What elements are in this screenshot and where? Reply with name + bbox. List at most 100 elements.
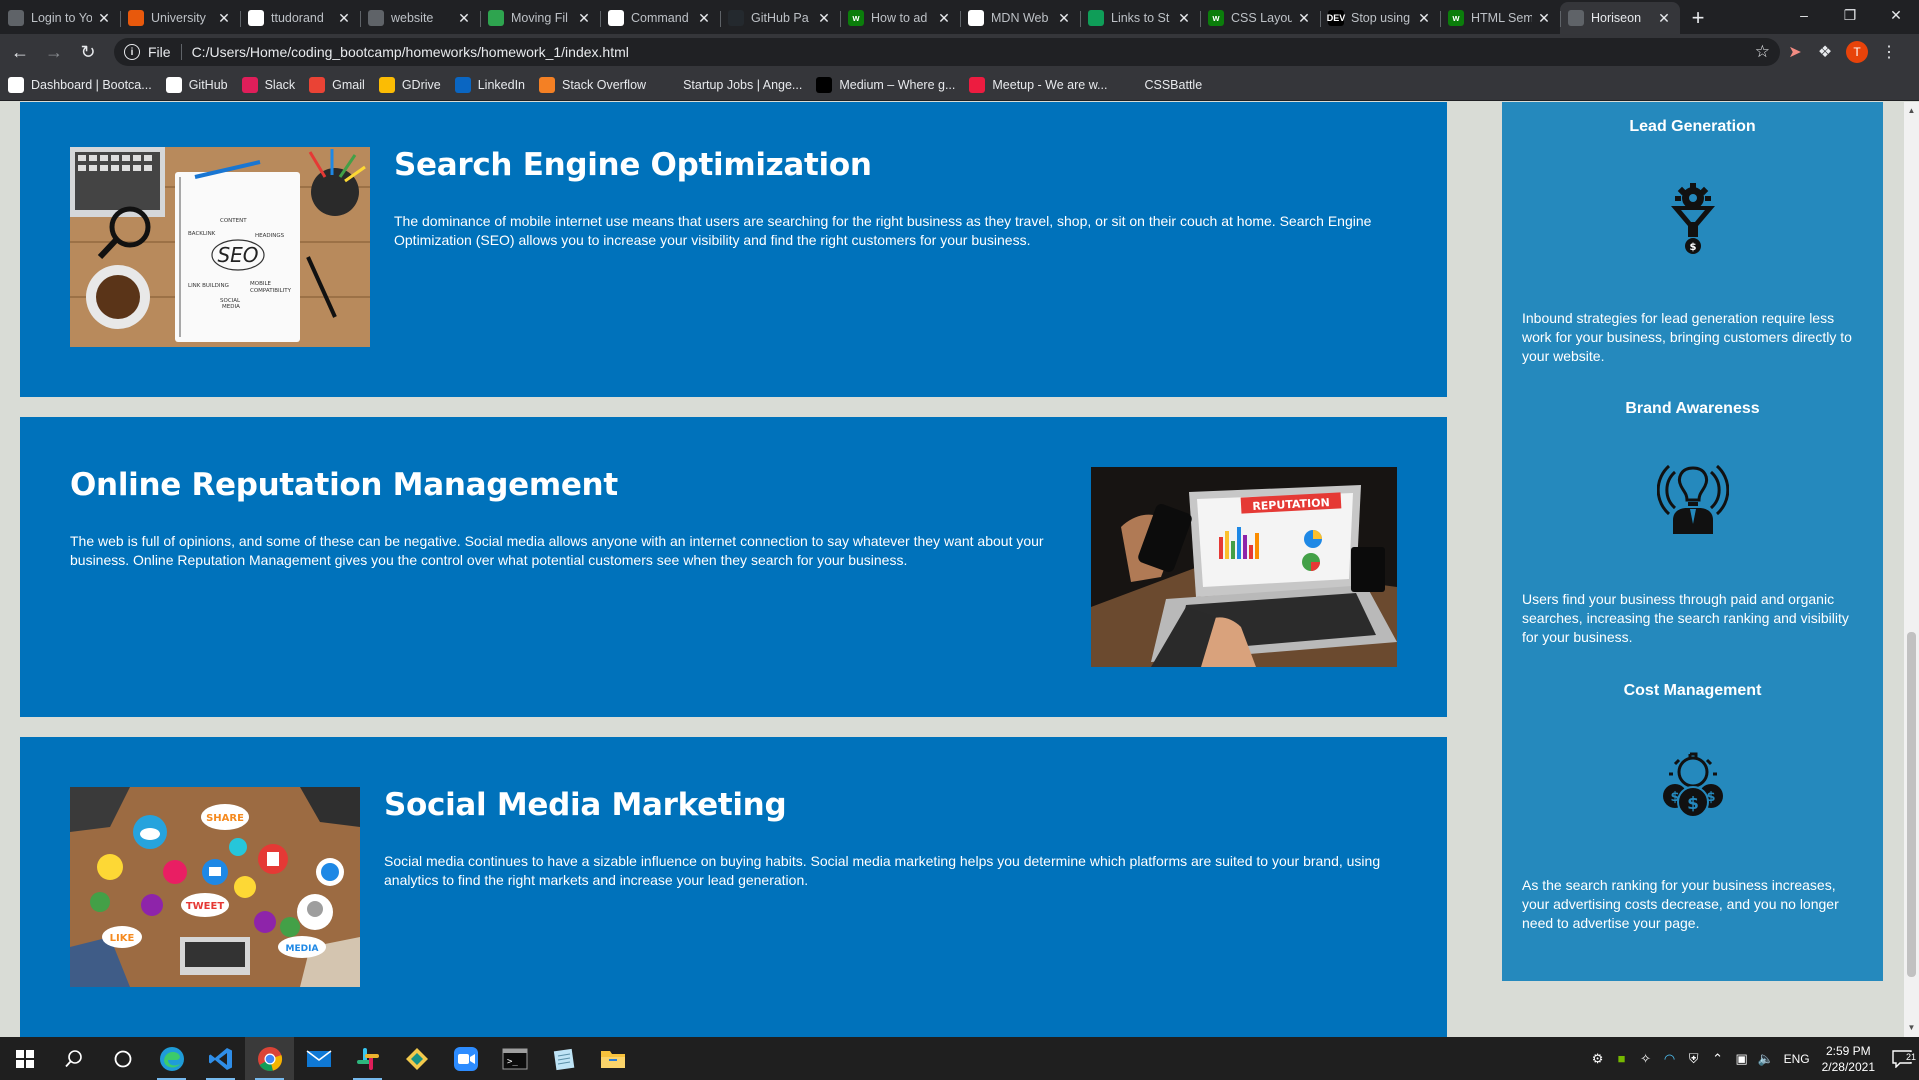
bookmark-item[interactable]: Slack	[241, 77, 295, 93]
chrome-icon[interactable]	[245, 1037, 294, 1080]
bookmark-star-icon[interactable]: ☆	[1755, 42, 1770, 62]
seo-image: SEO CONTENT BACKLINK HEADINGS LINK BUILDIN…	[70, 147, 370, 347]
mail-icon[interactable]	[294, 1037, 343, 1080]
bookmark-item[interactable]: Meetup - We are w...	[969, 77, 1107, 93]
browser-tab[interactable]: University ✕	[120, 2, 240, 34]
tab-close-icon[interactable]: ✕	[936, 10, 952, 27]
bookmark-item[interactable]: GitHub	[165, 77, 228, 93]
bookmark-favicon-icon	[969, 77, 986, 93]
browser-tab[interactable]: Login to Yo ✕	[0, 2, 120, 34]
bookmark-item[interactable]: GDrive	[378, 77, 441, 93]
back-icon[interactable]: ←	[6, 38, 34, 66]
minimize-icon[interactable]: –	[1781, 0, 1827, 30]
browser-tab[interactable]: Links to St ✕	[1080, 2, 1200, 34]
svg-text:$: $	[1706, 790, 1715, 805]
edge-icon[interactable]	[147, 1037, 196, 1080]
tab-close-icon[interactable]: ✕	[1416, 10, 1432, 27]
extension-arrow-icon[interactable]: ➤	[1780, 38, 1810, 66]
forward-icon[interactable]: →	[40, 38, 68, 66]
tab-close-icon[interactable]: ✕	[216, 10, 232, 27]
file-explorer-icon[interactable]	[588, 1037, 637, 1080]
tab-title: HTML Sem	[1471, 11, 1532, 25]
tab-favicon-icon: w	[1448, 10, 1464, 26]
notifications-icon[interactable]: 21	[1885, 1049, 1919, 1068]
terminal-icon[interactable]: >_	[490, 1037, 539, 1080]
tab-close-icon[interactable]: ✕	[1296, 10, 1312, 27]
gitkraken-icon[interactable]	[392, 1037, 441, 1080]
tab-close-icon[interactable]: ✕	[1656, 10, 1672, 27]
tray-app-icon[interactable]: ⚙	[1586, 1051, 1610, 1067]
browser-tab[interactable]: Moving Fil ✕	[480, 2, 600, 34]
up-arrow-icon[interactable]: ⌃	[1706, 1051, 1730, 1067]
tab-favicon-icon	[488, 10, 504, 26]
volume-icon[interactable]: 🔈	[1754, 1051, 1778, 1067]
reload-icon[interactable]: ↻	[74, 38, 102, 66]
menu-kebab-icon[interactable]: ⋮	[1874, 38, 1904, 66]
address-bar[interactable]: i File C:/Users/Home/coding_bootcamp/hom…	[114, 38, 1780, 66]
network-icon[interactable]: ▣	[1730, 1051, 1754, 1067]
tab-close-icon[interactable]: ✕	[1056, 10, 1072, 27]
restore-icon[interactable]: ❐	[1827, 0, 1873, 30]
page-scrollbar[interactable]: ▲ ▼	[1904, 102, 1919, 1037]
clock[interactable]: 2:59 PM 2/28/2021	[1822, 1043, 1875, 1075]
new-tab-button[interactable]: +	[1680, 2, 1716, 34]
tab-close-icon[interactable]: ✕	[456, 10, 472, 27]
bookmark-item[interactable]: Startup Jobs | Ange...	[660, 77, 802, 93]
scroll-down-icon[interactable]: ▼	[1904, 1021, 1919, 1035]
site-info-icon[interactable]: i	[124, 44, 140, 60]
scroll-up-icon[interactable]: ▲	[1904, 104, 1919, 118]
bookmark-favicon-icon	[816, 77, 833, 93]
bookmark-item[interactable]: LinkedIn	[454, 77, 525, 93]
tab-close-icon[interactable]: ✕	[576, 10, 592, 27]
tab-title: Moving Fil	[511, 11, 568, 25]
browser-tab[interactable]: MDN Web ✕	[960, 2, 1080, 34]
browser-tab[interactable]: DEV Stop using ✕	[1320, 2, 1440, 34]
tab-close-icon[interactable]: ✕	[96, 10, 112, 27]
tab-close-icon[interactable]: ✕	[816, 10, 832, 27]
scrollbar-thumb[interactable]	[1907, 632, 1916, 977]
url-text[interactable]: C:/Users/Home/coding_bootcamp/homeworks/…	[192, 44, 1755, 60]
tab-close-icon[interactable]: ✕	[336, 10, 352, 27]
windows-start-icon[interactable]	[0, 1037, 49, 1080]
bookmark-label: GitHub	[188, 78, 228, 92]
tab-title: website	[391, 11, 434, 25]
bookmark-label: Medium – Where g...	[839, 78, 956, 92]
browser-tab[interactable]: w How to ad ✕	[840, 2, 960, 34]
bookmark-item[interactable]: Medium – Where g...	[816, 77, 955, 93]
bookmark-label: Gmail	[332, 78, 365, 92]
browser-tab-strip: Login to Yo ✕ University ✕ ttudorand ✕ website…	[0, 0, 1919, 34]
bookmark-item[interactable]: Gmail	[309, 77, 365, 93]
svg-text:CONTENT: CONTENT	[220, 218, 247, 224]
notepad-icon[interactable]	[539, 1037, 588, 1080]
benefit-text: As the search ranking for your business …	[1522, 877, 1839, 931]
tab-close-icon[interactable]: ✕	[696, 10, 712, 27]
language-indicator[interactable]: ENG	[1784, 1052, 1810, 1066]
tray-edge-icon[interactable]: ◠	[1658, 1051, 1682, 1067]
browser-tab[interactable]: w CSS Layou ✕	[1200, 2, 1320, 34]
bookmark-item[interactable]: Stack Overflow	[539, 77, 646, 93]
cortana-icon[interactable]	[98, 1037, 147, 1080]
security-shield-icon[interactable]: ⛨	[1682, 1051, 1706, 1067]
browser-tab[interactable]: GitHub Pa ✕	[720, 2, 840, 34]
tab-close-icon[interactable]: ✕	[1176, 10, 1192, 27]
tab-close-icon[interactable]: ✕	[1536, 10, 1552, 27]
slack-icon[interactable]	[343, 1037, 392, 1080]
tray-slack-icon[interactable]: ✧	[1634, 1051, 1658, 1067]
svg-text:SHARE: SHARE	[206, 813, 244, 824]
browser-tab[interactable]: w HTML Sem ✕	[1440, 2, 1560, 34]
bookmark-item[interactable]: Dashboard | Bootca...	[8, 77, 152, 93]
close-window-icon[interactable]: ✕	[1873, 0, 1919, 30]
vscode-icon[interactable]	[196, 1037, 245, 1080]
browser-tab[interactable]: ttudorand ✕	[240, 2, 360, 34]
nvidia-icon[interactable]: ■	[1610, 1051, 1634, 1066]
browser-tab[interactable]: Command ✕	[600, 2, 720, 34]
bookmark-favicon-icon	[8, 77, 24, 93]
bookmark-item[interactable]: CSSBattle	[1121, 77, 1202, 93]
svg-text:$: $	[1670, 790, 1679, 805]
browser-tab-active[interactable]: Horiseon ✕	[1560, 2, 1680, 34]
search-icon[interactable]	[49, 1037, 98, 1080]
profile-avatar[interactable]: T	[1846, 41, 1868, 63]
extensions-puzzle-icon[interactable]: ❖	[1810, 38, 1840, 66]
browser-tab[interactable]: website ✕	[360, 2, 480, 34]
zoom-icon[interactable]	[441, 1037, 490, 1080]
